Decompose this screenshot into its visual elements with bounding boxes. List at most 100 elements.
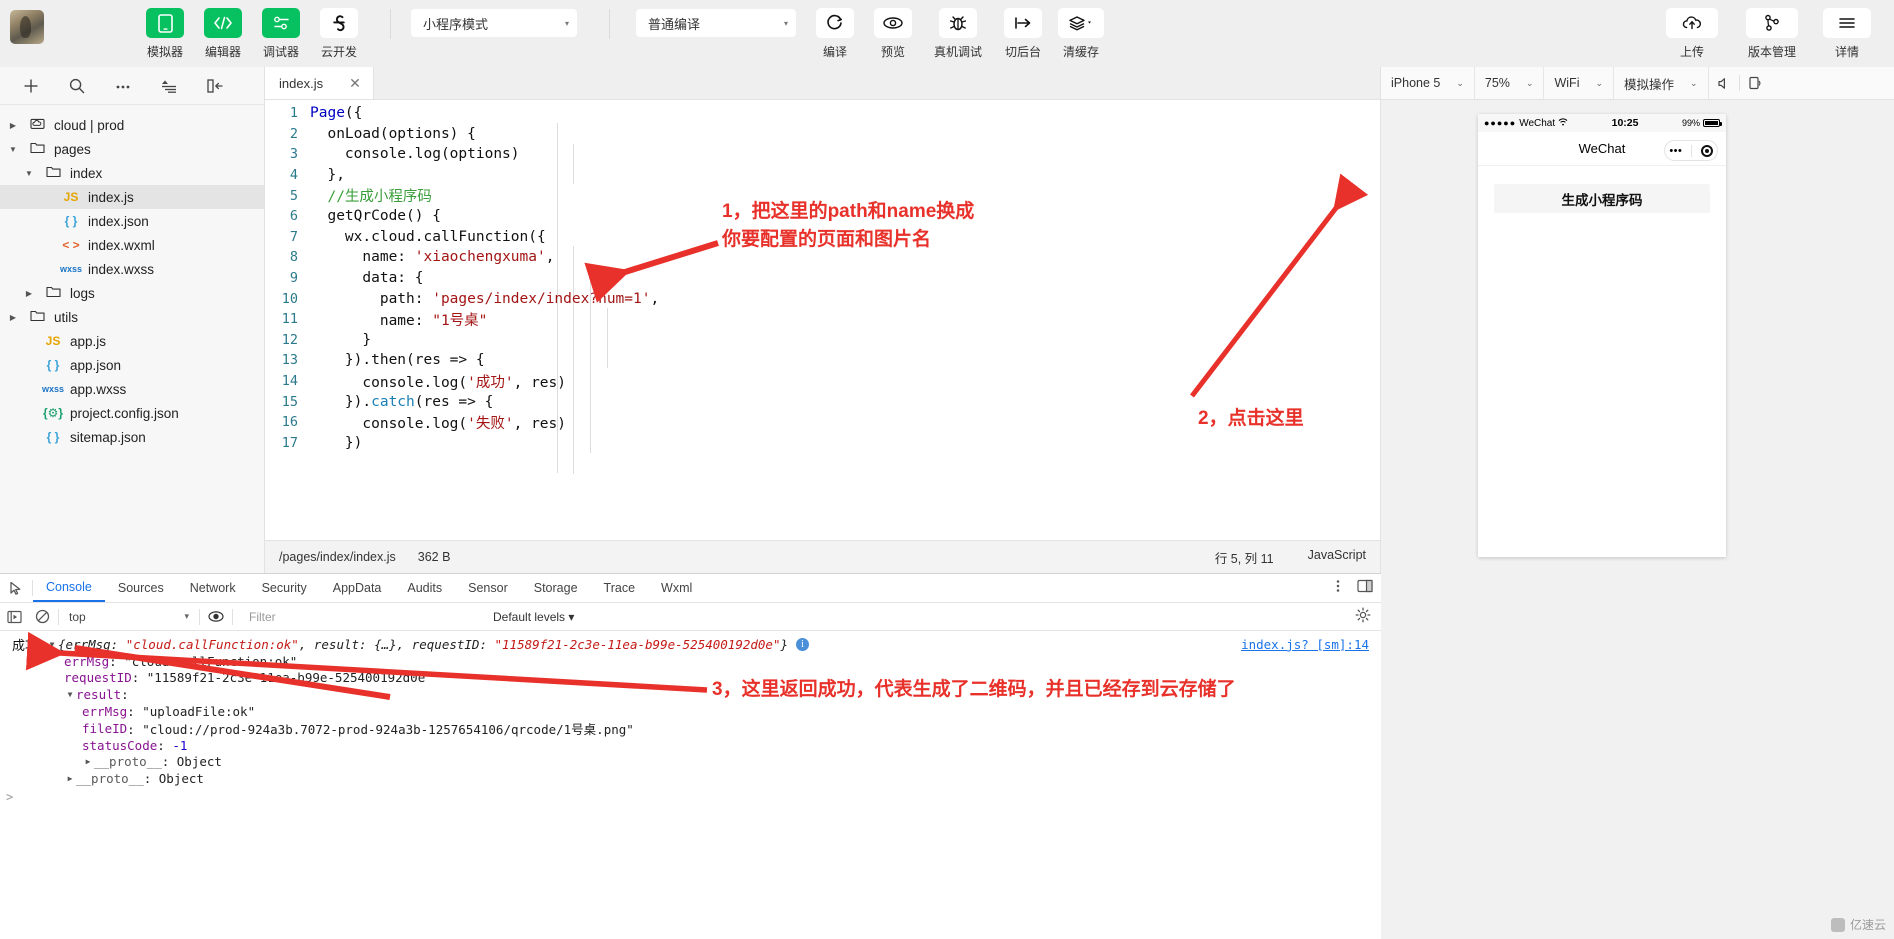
devtools-tab-console[interactable]: Console xyxy=(33,574,105,602)
devtools-tab-audits[interactable]: Audits xyxy=(394,574,455,602)
devtools-tab-storage[interactable]: Storage xyxy=(521,574,591,602)
tree-folder-pages[interactable]: ▼pages xyxy=(0,137,264,161)
inspect-element-icon[interactable] xyxy=(0,574,32,602)
console-row[interactable]: statusCode: -1 xyxy=(0,737,1381,754)
tree-folder-logs[interactable]: ▶logs xyxy=(0,281,264,305)
code-area[interactable]: 1Page({2 onLoad(options) {3 console.log(… xyxy=(265,100,1380,540)
tree-file-index-wxss[interactable]: wxssindex.wxss xyxy=(0,257,264,281)
chevron-right-icon[interactable]: ▶ xyxy=(22,289,36,298)
devtools-tab-trace[interactable]: Trace xyxy=(591,574,649,602)
devtools-more-icon[interactable] xyxy=(1331,579,1345,598)
phone-time: 10:25 xyxy=(1568,117,1682,129)
mute-icon[interactable] xyxy=(1709,67,1739,99)
compile-select[interactable]: 普通编译 ▾ xyxy=(636,9,796,37)
chevron-down-icon[interactable]: ▼ xyxy=(22,169,36,178)
tree-folder-utils[interactable]: ▶ utils xyxy=(0,305,264,329)
phone-status-right: 99% xyxy=(1682,118,1720,128)
console-row[interactable]: ▶__proto__: Object xyxy=(0,754,1381,771)
tree-file-sitemap-json[interactable]: { }sitemap.json xyxy=(0,425,264,449)
capsule-more-icon[interactable]: ••• xyxy=(1669,145,1682,157)
search-icon[interactable] xyxy=(54,70,100,102)
toolbar-action-background[interactable]: 切后台 xyxy=(994,0,1052,60)
wxss-file-icon: wxss xyxy=(42,384,64,394)
mode-select[interactable]: 小程序模式 ▾ xyxy=(411,9,577,37)
console-context-select[interactable]: top ▾ xyxy=(61,610,197,624)
console-row[interactable]: ▶__proto__: Object xyxy=(0,770,1381,787)
simulate-action-select[interactable]: 模拟操作⌄ xyxy=(1614,67,1709,99)
add-icon[interactable] xyxy=(8,70,54,102)
devtools-dock-icon[interactable] xyxy=(1349,579,1373,598)
line-number: 14 xyxy=(265,373,310,389)
zoom-select[interactable]: 75%⌄ xyxy=(1475,67,1545,99)
toolbar-item-cloud-dev[interactable]: 云开发 xyxy=(310,0,368,60)
toolbar-item-debugger[interactable]: 调试器 xyxy=(252,0,310,60)
toolbar-action-real-device-debug[interactable]: 真机调试 xyxy=(922,0,994,60)
tree-folder-cloud-prod[interactable]: ▶ cloud | prod xyxy=(0,113,264,137)
devtools-tab-wxml[interactable]: Wxml xyxy=(648,574,705,602)
rotate-icon[interactable] xyxy=(1740,67,1770,99)
status-language: JavaScript xyxy=(1308,548,1366,567)
target-icon[interactable] xyxy=(1701,145,1713,157)
console-row[interactable]: fileID: "cloud://prod-924a3b.7072-prod-9… xyxy=(0,720,1381,737)
tree-file-app-wxss[interactable]: wxss app.wxss xyxy=(0,377,264,401)
console-source-link[interactable]: index.js? [sm]:14 xyxy=(1241,637,1369,652)
toolbar-item-simulator[interactable]: 模拟器 xyxy=(136,0,194,60)
wechat-capsule[interactable]: ••• xyxy=(1664,140,1718,161)
devtools-tab-sensor[interactable]: Sensor xyxy=(455,574,521,602)
tree-folder-index[interactable]: ▼index xyxy=(0,161,264,185)
console-row[interactable]: errMsg: "cloud.callFunction:ok" xyxy=(0,653,1381,670)
network-select[interactable]: WiFi⌄ xyxy=(1544,67,1614,99)
toolbar-action-version-management[interactable]: 版本管理 xyxy=(1732,0,1812,60)
tree-file-app-json[interactable]: { }app.json xyxy=(0,353,264,377)
toolbar-action-preview[interactable]: 预览 xyxy=(864,0,922,60)
toolbar-item-editor[interactable]: 编辑器 xyxy=(194,0,252,60)
editor-tab-index-js[interactable]: index.js ✕ xyxy=(265,67,374,99)
devtools-tab-appdata[interactable]: AppData xyxy=(320,574,395,602)
clear-console-icon[interactable] xyxy=(28,609,56,624)
close-icon[interactable]: ✕ xyxy=(349,75,361,92)
divider-console-2 xyxy=(199,609,200,625)
console-row[interactable]: errMsg: "uploadFile:ok" xyxy=(0,703,1381,720)
tree-item-label: app.wxss xyxy=(70,382,126,397)
devtools-tab-sources[interactable]: Sources xyxy=(105,574,177,602)
line-number: 6 xyxy=(265,208,310,224)
console-prompt[interactable]: > xyxy=(0,787,1381,807)
collapse-panel-icon[interactable] xyxy=(192,70,238,102)
avatar[interactable] xyxy=(10,10,44,44)
editor-statusbar: /pages/index/index.js 362 B 行 5, 列 11 Ja… xyxy=(265,540,1380,573)
chevron-right-icon[interactable]: ▶ xyxy=(6,121,20,130)
tree-item-label: cloud | prod xyxy=(54,118,124,133)
wxss-file-icon: wxss xyxy=(60,264,82,274)
tree-file-index-json[interactable]: { }index.json xyxy=(0,209,264,233)
toolbar-action-clear-cache[interactable]: 清缓存 xyxy=(1052,0,1110,60)
toolbar-action-details[interactable]: 详情 xyxy=(1812,0,1882,60)
toolbar-action-compile[interactable]: 编译 xyxy=(806,0,864,60)
console-row[interactable]: 成功▼{errMsg: "cloud.callFunction:ok", res… xyxy=(0,636,1381,653)
chevron-down-icon[interactable]: ▼ xyxy=(6,145,20,154)
code-line-text: console.log('成功', res) xyxy=(310,371,566,392)
mode-select-value: 小程序模式 xyxy=(423,14,488,33)
devtools-tab-security[interactable]: Security xyxy=(249,574,320,602)
gear-icon[interactable] xyxy=(1355,607,1371,626)
execute-icon[interactable] xyxy=(0,610,28,624)
tree-item-label: utils xyxy=(54,310,78,325)
generate-qrcode-button[interactable]: 生成小程序码 xyxy=(1494,184,1710,213)
tree-file-app-js[interactable]: JSapp.js xyxy=(0,329,264,353)
console-levels-select[interactable]: Default levels ▾ xyxy=(489,610,574,624)
code-line: 9 data: { xyxy=(265,268,1380,289)
console-output[interactable]: 成功▼{errMsg: "cloud.callFunction:ok", res… xyxy=(0,631,1381,807)
sort-icon[interactable] xyxy=(146,70,192,102)
tree-file-index-wxml[interactable]: < >index.wxml xyxy=(0,233,264,257)
branch-icon xyxy=(1746,8,1798,38)
device-select[interactable]: iPhone 5⌄ xyxy=(1381,67,1475,99)
tree-file-project-config-json[interactable]: {⚙}project.config.json xyxy=(0,401,264,425)
live-expression-icon[interactable] xyxy=(202,610,230,623)
devtools-tab-network[interactable]: Network xyxy=(177,574,249,602)
console-filter-input[interactable]: Filter xyxy=(239,610,489,624)
tree-file-index-js[interactable]: JSindex.js xyxy=(0,185,264,209)
toolbar-action-clear-cache-label: 清缓存 xyxy=(1063,43,1099,60)
phone-icon xyxy=(146,8,184,38)
more-icon[interactable] xyxy=(100,70,146,102)
chevron-right-icon[interactable]: ▶ xyxy=(6,313,20,322)
toolbar-action-upload[interactable]: 上传 xyxy=(1652,0,1732,60)
